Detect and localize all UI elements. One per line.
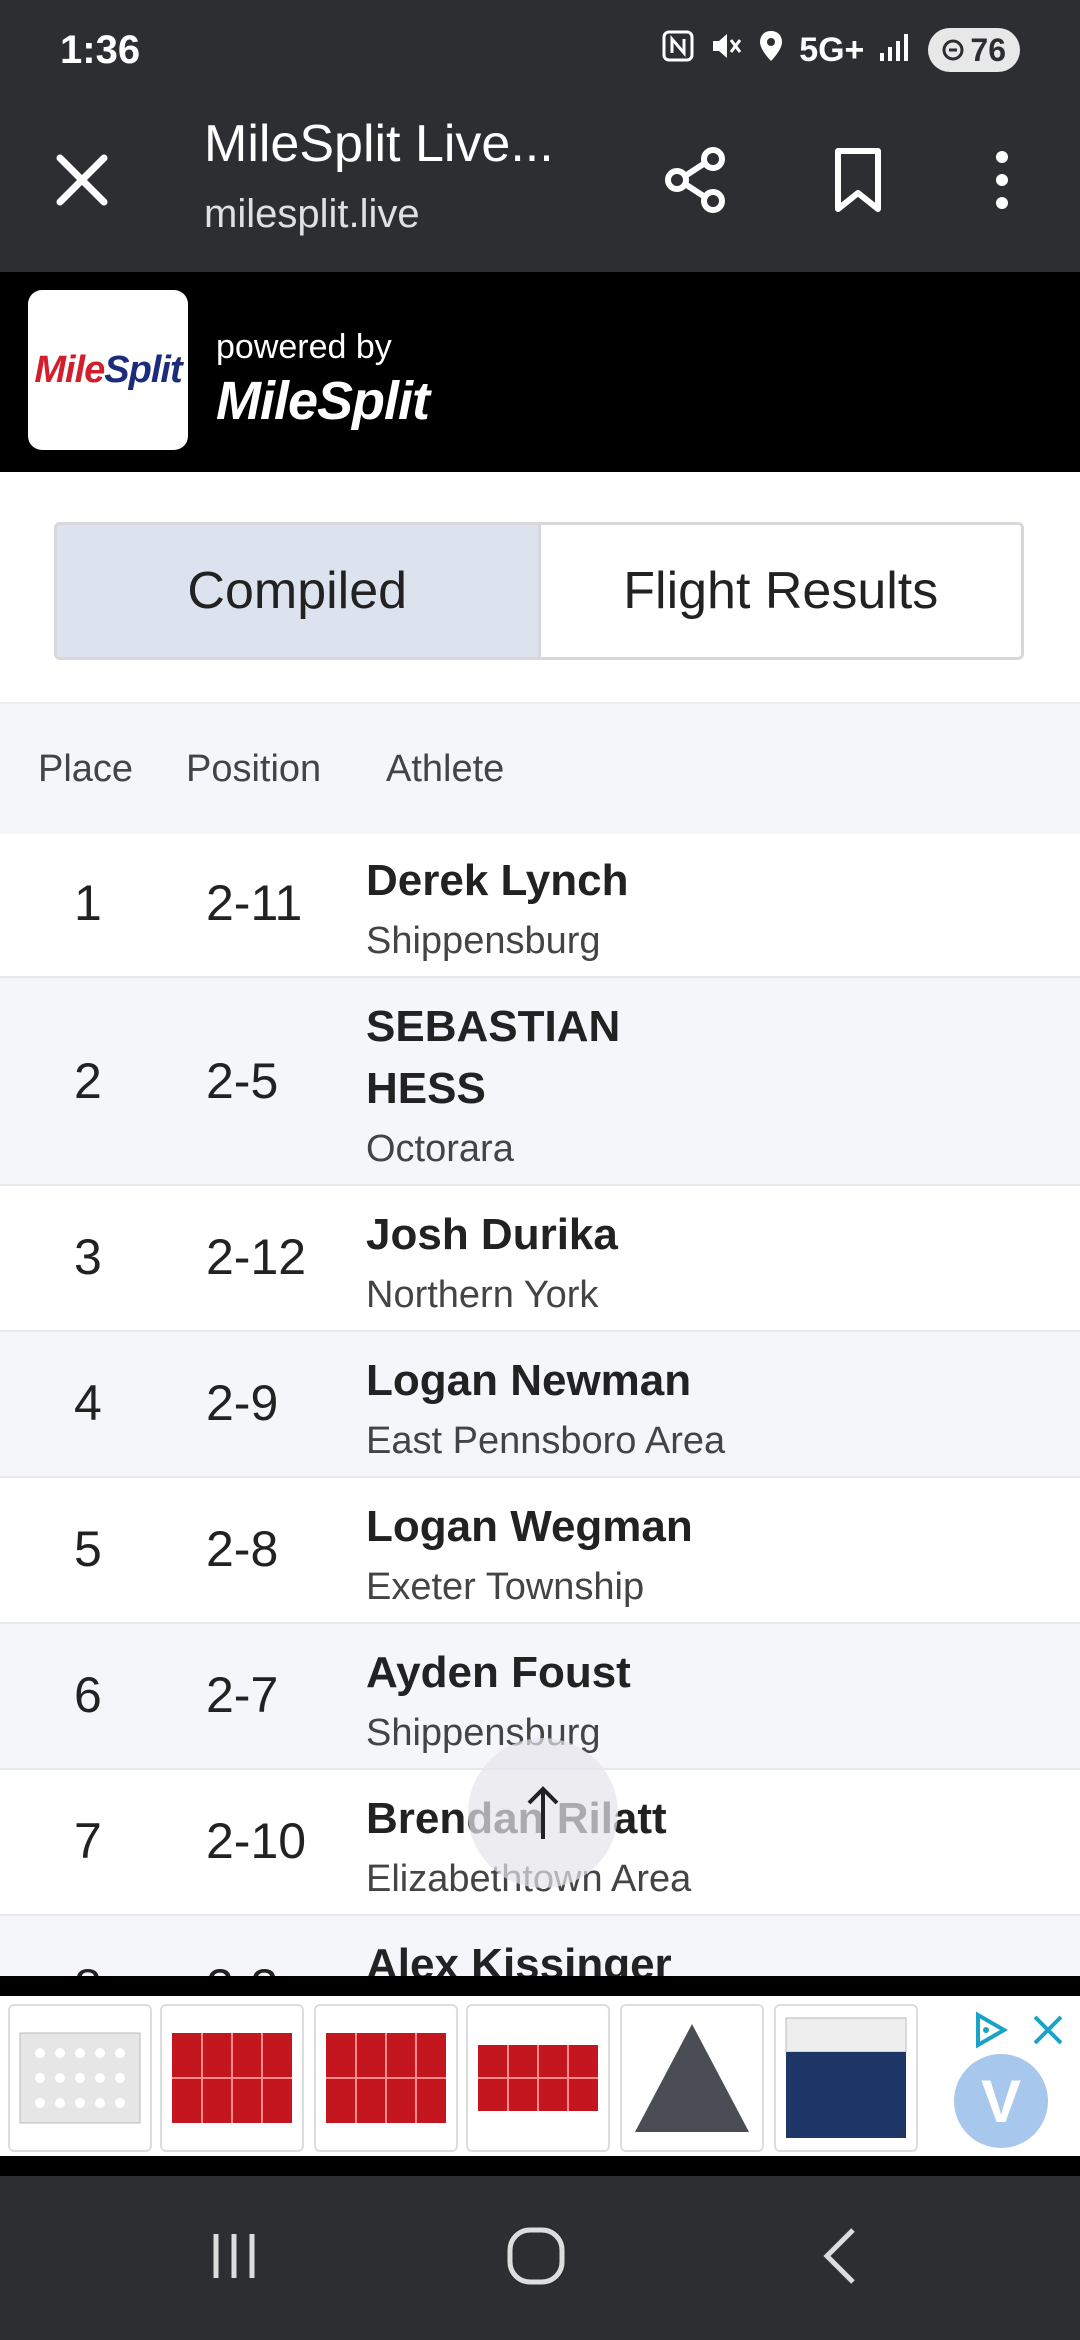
header-athlete[interactable]: Athlete <box>386 748 504 791</box>
row-position: 2-8 <box>206 1521 279 1577</box>
row-place: 1 <box>74 875 102 931</box>
logo-split-text: Split <box>104 348 182 391</box>
powered-by-logo: MileSplit <box>216 371 430 431</box>
nfc-icon <box>661 29 695 72</box>
mute-icon <box>709 29 743 72</box>
row-position: 2-5 <box>206 1053 279 1109</box>
athlete-name[interactable]: SEBASTIAN HESS <box>366 996 666 1120</box>
more-vert-icon <box>996 151 1008 209</box>
arrow-up-icon <box>527 1786 559 1839</box>
ad-product-image[interactable] <box>314 2004 458 2152</box>
close-icon <box>56 154 108 206</box>
status-bar: 1:36 5G+ 76 <box>0 0 1080 100</box>
ad-content[interactable]: V <box>0 1996 1080 2156</box>
table-row[interactable]: 4 2-9 Logan Newman East Pennsboro Area <box>0 1332 1080 1478</box>
recents-button[interactable] <box>184 2216 284 2296</box>
ad-product-image[interactable] <box>160 2004 304 2152</box>
site-header: MileSplit powered by MileSplit <box>0 272 1080 472</box>
row-athlete: Derek Lynch Shippensburg <box>366 850 786 970</box>
home-icon <box>507 2227 565 2285</box>
back-button[interactable] <box>790 2216 890 2296</box>
row-place: 4 <box>74 1375 102 1431</box>
bookmark-icon <box>835 148 881 212</box>
athlete-team[interactable]: Northern York <box>366 1266 786 1324</box>
row-position: 2-10 <box>206 1813 307 1869</box>
table-row[interactable]: 1 2-11 Derek Lynch Shippensburg <box>0 832 1080 978</box>
table-row[interactable]: 3 2-12 Josh Durika Northern York <box>0 1186 1080 1332</box>
row-athlete: Ayden Foust Shippensburg <box>366 1642 786 1762</box>
close-button[interactable] <box>50 148 114 212</box>
ad-product-image[interactable] <box>466 2004 610 2152</box>
athlete-name[interactable]: Derek Lynch <box>366 850 786 912</box>
table-row[interactable]: 8 2-3 Alex Kissinger <box>0 1916 1080 1976</box>
row-athlete: Alex Kissinger <box>366 1934 786 1976</box>
row-position: 2-9 <box>206 1375 279 1431</box>
athlete-team[interactable]: Shippensburg <box>366 912 786 970</box>
athlete-name[interactable]: Logan Newman <box>366 1350 786 1412</box>
athlete-name[interactable]: Alex Kissinger <box>366 1934 786 1976</box>
row-position: 2-12 <box>206 1229 307 1285</box>
adchoices-icon[interactable] <box>970 2010 1010 2055</box>
share-button[interactable] <box>656 140 736 220</box>
ad-product-image[interactable] <box>620 2004 764 2152</box>
row-place: 2 <box>74 1053 102 1109</box>
status-time: 1:36 <box>60 28 141 72</box>
athlete-name[interactable]: Logan Wegman <box>366 1496 786 1558</box>
recents-icon <box>213 2234 255 2278</box>
row-place: 3 <box>74 1229 102 1285</box>
share-icon <box>665 147 725 213</box>
network-label: 5G+ <box>799 30 865 69</box>
back-icon <box>823 2228 855 2284</box>
tab-flight-results[interactable]: Flight Results <box>537 525 1021 657</box>
location-icon <box>757 29 785 72</box>
more-options-button[interactable] <box>962 140 1042 220</box>
row-athlete: Logan Newman East Pennsboro Area <box>366 1350 786 1470</box>
results-table-header: Place Position Athlete <box>0 702 1080 834</box>
header-position[interactable]: Position <box>186 748 321 791</box>
athlete-name[interactable]: Ayden Foust <box>366 1642 786 1704</box>
home-button[interactable] <box>486 2216 586 2296</box>
row-position: 2-11 <box>206 875 303 931</box>
ad-product-image[interactable] <box>8 2004 152 2152</box>
row-position: 2-7 <box>206 1667 279 1723</box>
row-place: 7 <box>74 1813 102 1869</box>
row-athlete: SEBASTIAN HESS Octorara <box>366 996 666 1178</box>
battery-indicator: 76 <box>928 28 1020 72</box>
results-tabs: Compiled Flight Results <box>54 522 1024 660</box>
signal-icon <box>878 31 914 70</box>
header-place[interactable]: Place <box>38 748 133 791</box>
table-row[interactable]: 2 2-5 SEBASTIAN HESS Octorara <box>0 978 1080 1186</box>
row-place: 8 <box>74 1958 102 1976</box>
ad-controls <box>970 2010 1066 2055</box>
page-title: MileSplit Live... <box>204 115 554 173</box>
ad-advertiser-badge[interactable]: V <box>954 2054 1048 2148</box>
row-place: 6 <box>74 1667 102 1723</box>
page-url: milesplit.live <box>204 192 420 236</box>
status-icons: 5G+ 76 <box>661 28 1020 72</box>
milesplit-logo[interactable]: MileSplit <box>28 290 188 450</box>
table-row[interactable]: 5 2-8 Logan Wegman Exeter Township <box>0 1478 1080 1624</box>
row-position: 2-3 <box>206 1958 278 1976</box>
row-athlete: Logan Wegman Exeter Township <box>366 1496 786 1616</box>
system-navigation-bar <box>0 2176 1080 2340</box>
tab-compiled[interactable]: Compiled <box>57 525 538 657</box>
scroll-to-top-button[interactable] <box>468 1738 618 1888</box>
athlete-team[interactable]: East Pennsboro Area <box>366 1412 786 1470</box>
athlete-team[interactable]: Octorara <box>366 1120 666 1178</box>
athlete-name[interactable]: Josh Durika <box>366 1204 786 1266</box>
battery-saver-icon <box>942 32 964 69</box>
ad-banner: V <box>0 1976 1080 2176</box>
powered-by-label: powered by <box>216 328 392 366</box>
logo-mile-text: Mile <box>34 348 105 391</box>
athlete-team[interactable]: Exeter Township <box>366 1558 786 1616</box>
close-icon[interactable] <box>1030 2012 1066 2053</box>
battery-level: 76 <box>970 31 1006 68</box>
row-place: 5 <box>74 1521 102 1577</box>
bookmark-button[interactable] <box>818 140 898 220</box>
ad-product-image[interactable] <box>774 2004 918 2152</box>
browser-toolbar: MileSplit Live... milesplit.live <box>0 100 1080 272</box>
row-athlete: Josh Durika Northern York <box>366 1204 786 1324</box>
